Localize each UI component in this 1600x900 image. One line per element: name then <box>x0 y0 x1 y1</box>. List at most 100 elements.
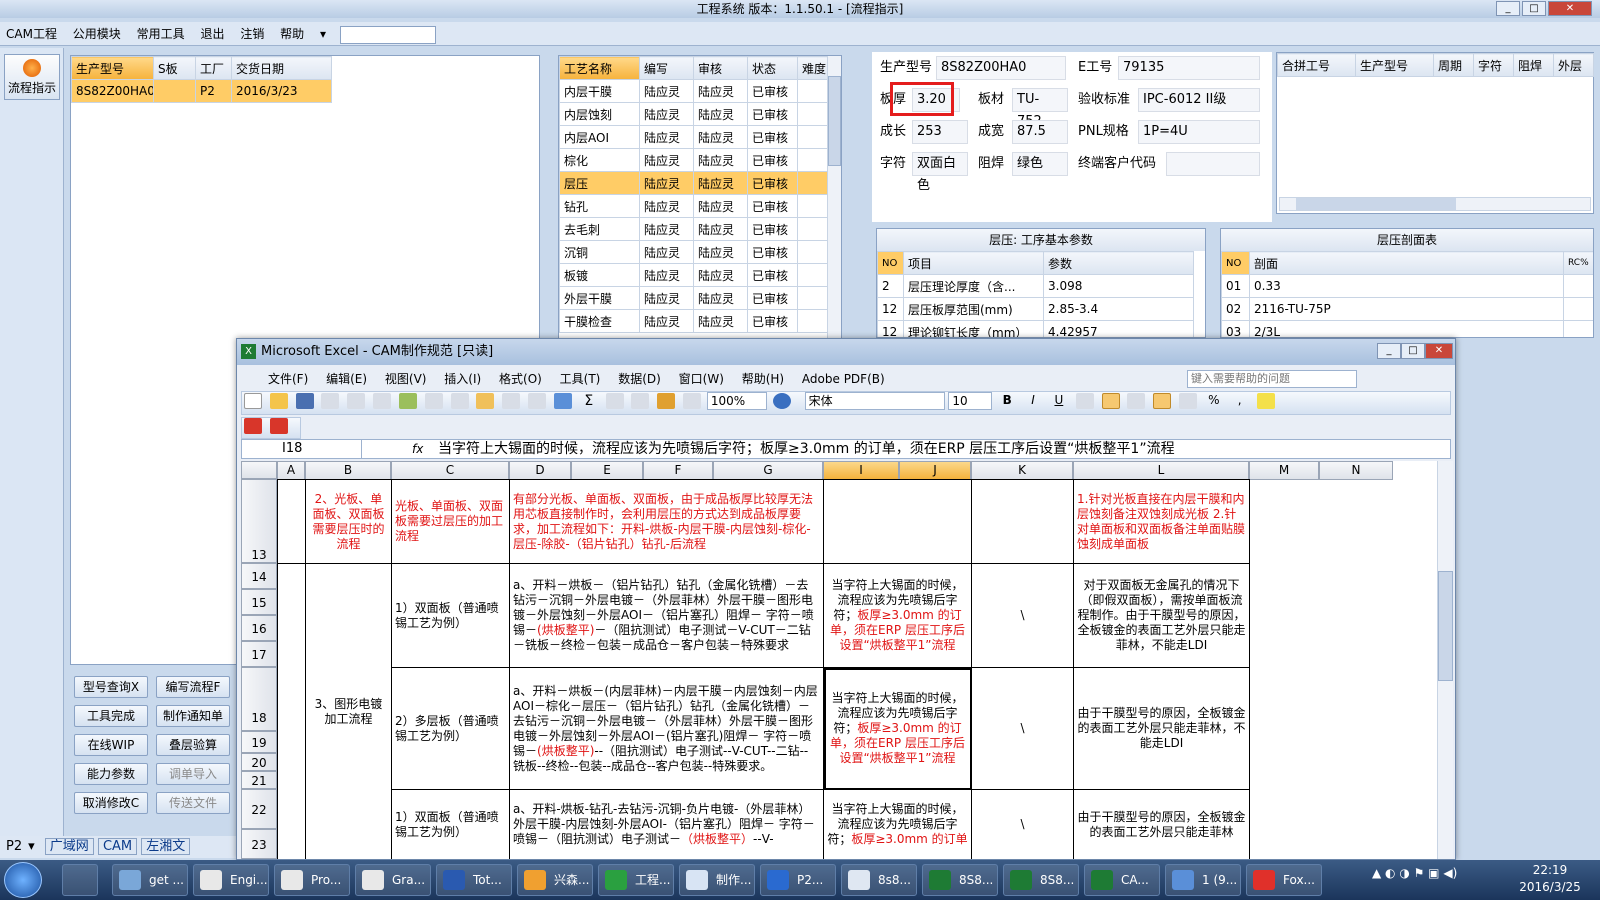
cell-d22[interactable]: a、开料-烘板-钻孔-去钻污-沉铜-负片电镀-（外层菲林）外层干膜-内层蚀刻-外… <box>509 789 824 859</box>
col-s[interactable]: S板 <box>153 56 196 80</box>
worksheet[interactable]: A B C D E F G I J K L M N 13 14 15 16 17… <box>241 461 1437 859</box>
cell-c18[interactable]: 2）多层板（普通喷锡工艺为例） <box>391 667 510 790</box>
hyperlink-icon[interactable] <box>553 393 572 409</box>
taskbar-item[interactable]: 8S8... <box>922 864 998 896</box>
tab-user[interactable]: 左湘文 <box>141 838 191 855</box>
row-header-14[interactable]: 14 <box>241 563 277 589</box>
taskbar-item[interactable]: 8s8... <box>841 864 917 896</box>
scroll-thumb[interactable] <box>828 76 841 166</box>
scroll-thumb[interactable] <box>1296 198 1456 210</box>
excel-close-button[interactable]: ✕ <box>1425 343 1453 359</box>
cell-k13[interactable] <box>971 479 1074 564</box>
standard-field[interactable]: IPC-6012 II级 <box>1138 88 1260 112</box>
cell-l13[interactable]: 1.针对光板直接在内层干膜和内层蚀刻备注双蚀刻成光板 2.针对单面板和双面板备注… <box>1073 479 1250 564</box>
drawing-icon[interactable] <box>683 393 702 409</box>
menu-tools[interactable]: 常用工具 <box>131 22 191 46</box>
currency-icon[interactable] <box>1179 393 1198 409</box>
spelling-icon[interactable] <box>398 393 417 409</box>
row-header-15[interactable]: 15 <box>241 589 277 615</box>
cell-k14[interactable]: \ <box>971 563 1074 668</box>
col-difficulty[interactable]: 难度 <box>797 56 828 80</box>
table-row[interactable]: 01 0.33 <box>1221 274 1593 298</box>
menu-edit[interactable]: 编辑(E) <box>319 367 374 391</box>
taskbar-item[interactable]: 1 (9... <box>1165 864 1241 896</box>
chevron-down-icon[interactable]: ▾ <box>314 22 332 46</box>
cell-c14[interactable]: 1）双面板（普通喷锡工艺为例） <box>391 563 510 668</box>
cell-d18[interactable]: a、开料－烘板－(内层菲林)－内层干膜－内层蚀刻－内层AOI－棕化－层压－（铝片… <box>509 667 824 790</box>
cut-icon[interactable] <box>424 393 443 409</box>
col-header-k[interactable]: K <box>971 461 1073 480</box>
sum-icon[interactable]: Σ <box>580 393 598 409</box>
taskbar-item[interactable]: Pro... <box>274 864 350 896</box>
cancel-edit-button[interactable]: 取消修改C <box>74 792 148 814</box>
taskbar-item[interactable]: 制作... <box>679 864 755 896</box>
col-process[interactable]: 工艺名称 <box>559 56 640 80</box>
row-header-19[interactable]: 19 <box>241 731 277 753</box>
row-header-18[interactable]: 18 <box>241 667 277 731</box>
mask-field[interactable]: 绿色 <box>1012 152 1068 176</box>
menu-tools[interactable]: 工具(T) <box>553 367 608 391</box>
menu-logout[interactable]: 注销 <box>234 22 270 46</box>
menu-view[interactable]: 视图(V) <box>378 367 434 391</box>
table-row[interactable]: 内层干膜 陆应灵 陆应灵 已审核 <box>559 79 828 103</box>
combo-scrollbar[interactable] <box>1279 197 1591 211</box>
excel-window[interactable]: X Microsoft Excel - CAM制作规范 [只读] _ □ ✕ 文… <box>236 338 1456 860</box>
col-header-l[interactable]: L <box>1073 461 1249 480</box>
col-header-j[interactable]: J <box>899 461 971 480</box>
copy-icon[interactable] <box>450 393 469 409</box>
calculator-icon[interactable] <box>62 864 98 896</box>
row-header-21[interactable]: 21 <box>241 771 277 789</box>
row-header-23[interactable]: 23 <box>241 829 277 859</box>
taskbar-item[interactable]: 工程... <box>598 864 674 896</box>
make-notice-button[interactable]: 制作通知单 <box>156 705 230 727</box>
menu-common[interactable]: 公用模块 <box>67 22 127 46</box>
material-field[interactable]: TU-752 <box>1012 88 1068 129</box>
table-row[interactable]: 12 层压板厚范围(mm) 2.85-3.4 <box>877 297 1194 321</box>
col-status[interactable]: 状态 <box>747 56 798 80</box>
col-mask[interactable]: 阻焊 <box>1513 53 1554 77</box>
cell-l22[interactable]: 由于干膜型号的原因，全板镀金的表面工艺外层只能走菲林 <box>1073 789 1250 859</box>
save-icon[interactable] <box>295 393 314 409</box>
taskbar-item[interactable]: Gra... <box>355 864 431 896</box>
col-header-i[interactable]: I <box>823 461 899 480</box>
cell-i18-selected[interactable]: 当字符上大锡面的时候，流程应该为先喷锡后字符；板厚≥3.0mm 的订单，须在ER… <box>823 667 972 790</box>
col-header-f[interactable]: F <box>643 461 713 480</box>
model-query-button[interactable]: 型号查询X <box>74 676 148 698</box>
tab-p2[interactable]: P2 <box>0 839 28 854</box>
taskbar-item[interactable]: Tot... <box>436 864 512 896</box>
table-row[interactable]: 层压 陆应灵 陆应灵 已审核 <box>559 171 828 195</box>
excel-minimize-button[interactable]: _ <box>1377 343 1401 359</box>
process-scrollbar[interactable] <box>827 56 841 344</box>
pdf-mail-icon[interactable] <box>269 418 288 434</box>
cell-l18[interactable]: 由于干膜型号的原因，全板镀金的表面工艺外层只能走菲林，不能走LDI <box>1073 667 1250 790</box>
table-row[interactable]: 内层AOI 陆应灵 陆应灵 已审核 <box>559 125 828 149</box>
new-icon[interactable] <box>244 393 262 409</box>
pnl-field[interactable]: 1P=4U <box>1138 120 1260 144</box>
table-row[interactable]: 板镀 陆应灵 陆应灵 已审核 <box>559 263 828 287</box>
char-field[interactable]: 双面白色 <box>912 152 968 193</box>
col-combo-no[interactable]: 合拼工号 <box>1277 53 1356 77</box>
taskbar-item[interactable]: CA... <box>1084 864 1160 896</box>
row-header-17[interactable]: 17 <box>241 641 277 667</box>
model-field[interactable]: 8S82Z00HA0 <box>936 56 1066 80</box>
cell-i14[interactable]: 当字符上大锡面的时候，流程应该为先喷锡后字符；板厚≥3.0mm 的订单，须在ER… <box>823 563 972 668</box>
close-button[interactable]: ✕ <box>1548 1 1592 16</box>
tab-wan[interactable]: 广域网 <box>44 838 94 855</box>
col-writer[interactable]: 编写 <box>639 56 694 80</box>
send-file-button[interactable]: 传送文件 <box>156 792 230 814</box>
preview-icon[interactable] <box>373 393 392 409</box>
customer-field[interactable] <box>1166 152 1260 176</box>
italic-icon[interactable]: I <box>1024 393 1042 409</box>
cell-c22[interactable]: 1）双面板（普通喷锡工艺为例） <box>391 789 510 859</box>
open-icon[interactable] <box>269 393 288 409</box>
taskbar-item[interactable]: 8S8... <box>1003 864 1079 896</box>
col-period[interactable]: 周期 <box>1433 53 1474 77</box>
minimize-button[interactable]: _ <box>1496 1 1520 16</box>
col-header-m[interactable]: M <box>1249 461 1319 480</box>
col-header-d[interactable]: D <box>509 461 571 480</box>
row-header-13[interactable]: 13 <box>241 479 277 563</box>
scroll-thumb[interactable] <box>1438 571 1453 681</box>
col-header-e[interactable]: E <box>571 461 643 480</box>
col-combo-model[interactable]: 生产型号 <box>1355 53 1434 77</box>
menu-format[interactable]: 格式(O) <box>492 367 549 391</box>
